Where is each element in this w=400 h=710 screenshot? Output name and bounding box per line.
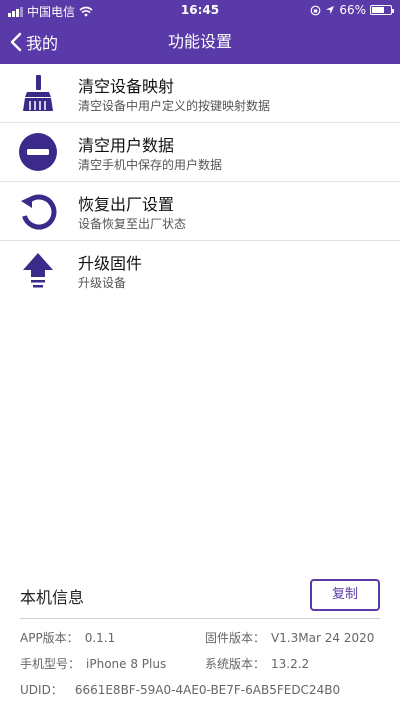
factory-reset-item[interactable]: 恢复出厂设置 设备恢复至出厂状态	[0, 182, 400, 241]
broom-icon	[23, 75, 53, 111]
system-version: 系统版本： 13.2.2	[205, 655, 309, 672]
item-title: 清空用户数据	[78, 136, 175, 155]
item-subtitle: 清空手机中保存的用户数据	[78, 158, 223, 172]
battery-icon	[370, 5, 394, 15]
clear-device-mapping-item[interactable]: 清空设备映射 清空设备中用户定义的按键映射数据	[0, 64, 400, 123]
status-bar: 中国电信 16:45 66%	[0, 0, 400, 20]
upgrade-arrow-icon	[23, 253, 53, 288]
app-version-value: 0.1.1	[84, 631, 116, 645]
copy-button[interactable]: 复制	[310, 579, 380, 611]
udid: UDID： 6661E8BF-59A0-4AE0-BE7F-6AB5FEDC24B…	[20, 681, 340, 698]
system-version-value: 13.2.2	[271, 657, 310, 671]
firmware-version-value: V1.3Mar 24 2020	[271, 631, 375, 645]
status-right: 66%	[310, 3, 394, 17]
restore-icon	[21, 194, 57, 230]
upgrade-firmware-item[interactable]: 升级固件 升级设备	[0, 241, 400, 299]
settings-list: 清空设备映射 清空设备中用户定义的按键映射数据 清空用户数据 清空手机中保存的用…	[0, 64, 400, 299]
minus-circle-icon	[19, 133, 57, 171]
nav-bar: 我的 功能设置	[0, 20, 400, 64]
page-title: 功能设置	[167, 32, 232, 51]
item-title: 清空设备映射	[78, 77, 175, 96]
item-title: 升级固件	[78, 254, 143, 273]
location-icon	[326, 6, 335, 14]
app-version: APP版本： 0.1.1	[20, 629, 115, 646]
item-title: 恢复出厂设置	[78, 195, 175, 214]
udid-label: UDID：	[20, 683, 63, 697]
phone-model-label: 手机型号：	[20, 657, 81, 671]
item-subtitle: 升级设备	[78, 276, 127, 290]
orientation-lock-icon	[310, 5, 321, 15]
device-info-header: 本机信息 复制	[20, 570, 380, 619]
device-info-section: 本机信息 复制 APP版本： 0.1.1 固件版本： V1.3Mar 24 2020…	[0, 570, 400, 697]
device-info-heading: 本机信息	[20, 588, 85, 607]
clear-user-data-item[interactable]: 清空用户数据 清空手机中保存的用户数据	[0, 123, 400, 182]
firmware-version: 固件版本： V1.3Mar 24 2020	[205, 629, 374, 646]
battery-percent: 66%	[339, 3, 366, 17]
firmware-version-label: 固件版本：	[205, 631, 266, 645]
item-subtitle: 清空设备中用户定义的按键映射数据	[78, 99, 271, 113]
udid-value: 6661E8BF-59A0-4AE0-BE7F-6AB5FEDC24B0	[74, 683, 341, 697]
item-subtitle: 设备恢复至出厂状态	[78, 217, 187, 231]
system-version-label: 系统版本：	[205, 657, 266, 671]
phone-model: 手机型号： iPhone 8 Plus	[20, 655, 166, 672]
app-version-label: APP版本：	[20, 631, 79, 645]
phone-model-value: iPhone 8 Plus	[86, 657, 167, 671]
